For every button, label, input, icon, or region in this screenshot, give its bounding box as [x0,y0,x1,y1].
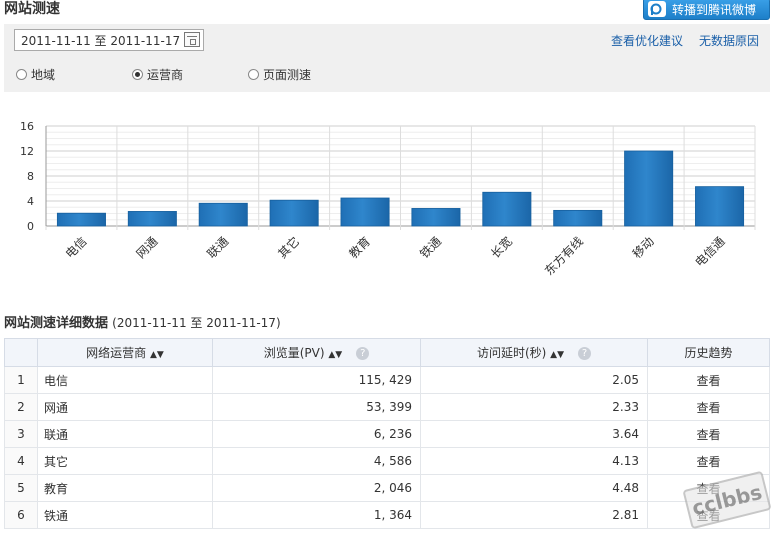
date-range-picker[interactable]: 2011-11-11 至 2011-11-17 [14,29,204,51]
chart-bar [482,191,532,227]
date-range-value: 2011-11-11 至 2011-11-17 [21,33,181,48]
row-index: 3 [4,420,38,448]
filter-toolbar: 2011-11-11 至 2011-11-17 查看优化建议 无数据原因 地域 … [4,24,770,92]
weibo-icon [648,1,666,17]
row-trend-link[interactable]: 查看 [647,366,770,394]
chart-bar [411,208,461,227]
row-pv: 2, 046 [212,474,421,502]
row-operator: 电信 [37,366,213,394]
no-data-reason-link[interactable]: 无数据原因 [699,32,759,49]
help-icon[interactable]: ? [578,347,592,360]
table-row: 2 网通 53, 399 2.33 查看 [4,393,770,421]
header-operator[interactable]: 网络运营商 ▲▼ [37,338,213,367]
row-index: 6 [4,501,38,529]
x-tick-label: 长宽 [487,234,515,262]
header-trend: 历史趋势 [647,338,770,367]
y-tick-label: 16 [20,120,34,133]
x-tick-label: 联通 [204,234,231,261]
chart-bar [695,186,745,227]
row-operator: 网通 [37,393,213,421]
row-delay: 4.48 [420,474,648,502]
row-delay: 3.64 [420,420,648,448]
x-tick-label: 其它 [275,234,303,262]
radio-page-speed-control[interactable] [248,69,259,80]
x-tick-label: 教育 [346,234,374,262]
table-row: 3 联通 6, 236 3.64 查看 [4,420,770,448]
table-row: 6铁通1, 3642.81查看 [4,501,770,529]
row-delay: 2.33 [420,393,648,421]
row-operator: 其它 [37,447,213,475]
x-tick-label: 网通 [134,234,161,261]
optimize-link[interactable]: 查看优化建议 [611,32,683,49]
chart-bar [127,211,177,227]
row-operator: 铁通 [37,501,213,529]
x-tick-label: 电信 [63,234,90,261]
operator-speed-bar-chart: 0 4 8 12 16 电信 网通 联通 其它 教育 铁通 长宽 东方有线 移动 电信通 [20,120,756,279]
chart-bar [56,212,106,227]
sort-icon[interactable]: ▲▼ [150,350,164,360]
header-pv[interactable]: 浏览量(PV) ▲▼? [212,338,421,367]
row-pv: 4, 586 [212,447,421,475]
radio-page-speed-label: 页面测速 [263,68,312,82]
radio-region[interactable]: 地域 [16,66,55,83]
row-trend-link[interactable]: 查看 [647,420,770,448]
row-trend-link[interactable]: 查看 [647,393,770,421]
x-tick-label: 电信通 [692,234,727,269]
row-operator: 联通 [37,420,213,448]
header-operator-label: 网络运营商 [86,346,147,360]
section-title-text: 网站测速详细数据 [4,316,109,331]
row-pv: 53, 399 [212,393,421,421]
row-index: 4 [4,447,38,475]
y-tick-label: 8 [27,170,34,183]
header-pv-label: 浏览量(PV) [263,346,325,360]
table-header-row: 网络运营商 ▲▼ 浏览量(PV) ▲▼? 访问延时(秒) ▲▼? 历史趋势 [4,338,770,367]
header-delay-label: 访问延时(秒) [476,346,547,360]
radio-region-label: 地域 [31,68,56,82]
sort-icon[interactable]: ▲▼ [328,350,342,360]
y-tick-label: 0 [27,220,34,233]
row-operator: 教育 [37,474,213,502]
row-pv: 6, 236 [212,420,421,448]
row-trend-link[interactable]: 查看 [647,447,770,475]
radio-operator[interactable]: 运营商 [132,66,183,83]
header-delay[interactable]: 访问延时(秒) ▲▼? [420,338,648,367]
chart-bar [340,197,390,227]
help-icon[interactable]: ? [356,347,370,360]
page-title: 网站测速 [4,1,60,17]
speed-detail-table: 网络运营商 ▲▼ 浏览量(PV) ▲▼? 访问延时(秒) ▲▼? 历史趋势 1电… [4,338,770,529]
calendar-icon[interactable] [184,32,200,47]
header-index [4,338,38,367]
radio-operator-label: 运营商 [147,68,184,82]
table-row: 5教育2, 0464.48查看 [4,474,770,502]
x-tick-label: 东方有线 [541,234,586,279]
row-delay: 4.13 [420,447,648,475]
row-index: 5 [4,474,38,502]
row-index: 1 [4,366,38,394]
share-label: 转播到腾讯微博 [672,2,757,17]
y-tick-label: 12 [20,145,34,158]
sort-icon[interactable]: ▲▼ [550,350,564,360]
chart-bar [624,150,674,227]
radio-region-control[interactable] [16,69,27,80]
row-index: 2 [4,393,38,421]
row-delay: 2.05 [420,366,648,394]
x-tick-label: 移动 [630,234,657,261]
radio-page-speed[interactable]: 页面测速 [248,66,311,83]
x-tick-label: 铁通 [417,234,444,261]
table-row: 4 其它 4, 586 4.13 查看 [4,447,770,475]
chart-bar [269,199,319,227]
section-title: 网站测速详细数据 (2011-11-11 至 2011-11-17) [4,312,281,331]
table-row: 1 电信 115, 429 2.05 查看 [4,366,770,394]
row-delay: 2.81 [420,501,648,529]
chart-bar [198,202,248,227]
row-pv: 1, 364 [212,501,421,529]
y-tick-label: 4 [27,195,34,208]
row-pv: 115, 429 [212,366,421,394]
section-date-range: (2011-11-11 至 2011-11-17) [112,316,281,330]
chart-bar [553,209,603,227]
share-weibo-button[interactable]: 转播到腾讯微博 [643,0,770,20]
radio-operator-control[interactable] [132,69,143,80]
